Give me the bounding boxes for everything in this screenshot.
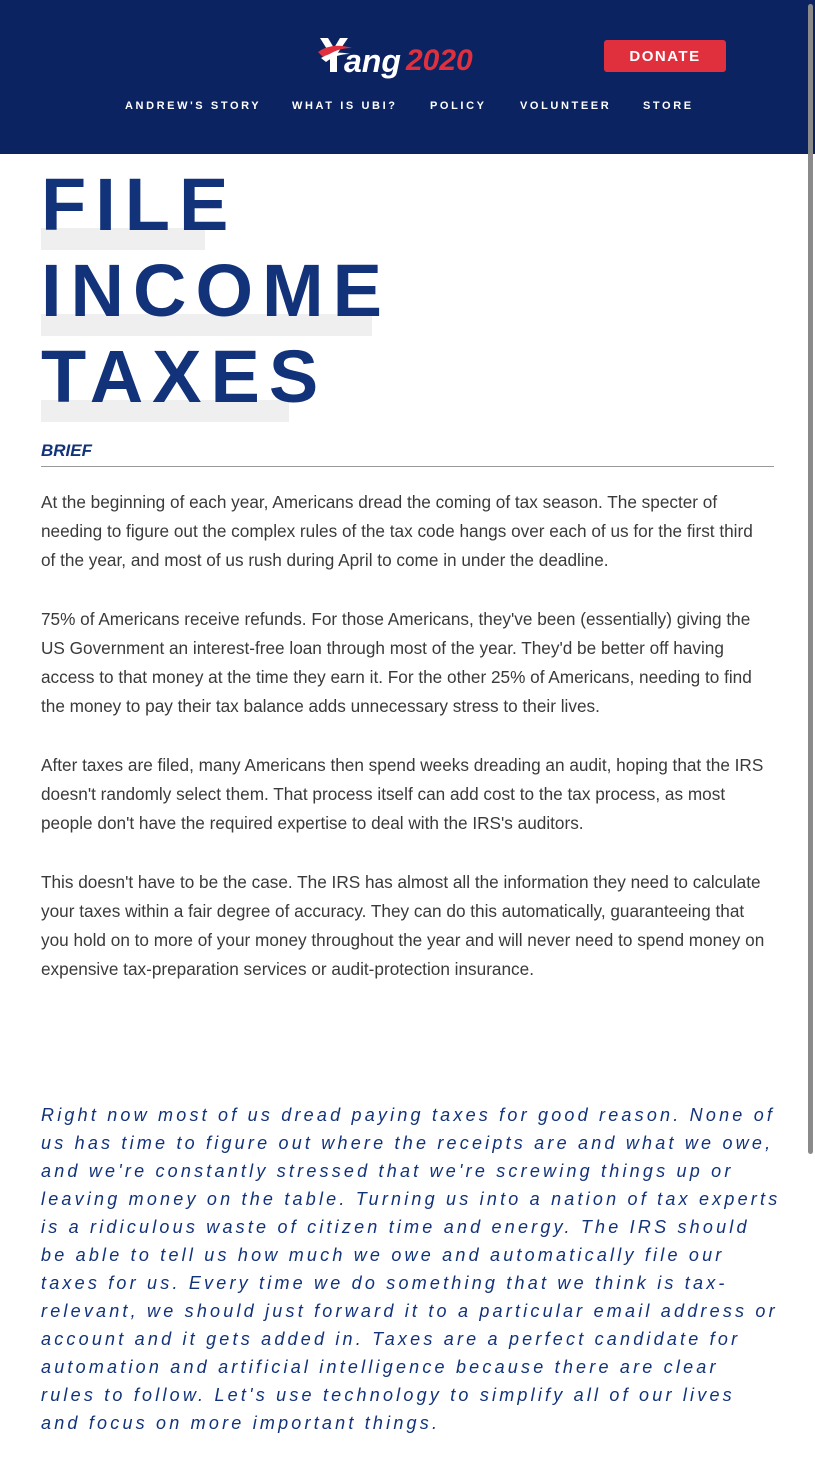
title-text: INCOME xyxy=(41,249,391,332)
brief-paragraph-4: This doesn't have to be the case. The IR… xyxy=(41,872,765,979)
brief-paragraph-3: After taxes are filed, many Americans th… xyxy=(41,755,764,833)
logo-yang-text: ang xyxy=(344,43,401,79)
scrollbar-thumb[interactable] xyxy=(808,4,813,1154)
scrollbar[interactable] xyxy=(807,0,815,1462)
logo-2020-text: 2020 xyxy=(405,44,473,77)
site-header: ang 2020 DONATE ANDREW'S STORY WHAT IS U… xyxy=(0,0,815,154)
nav-policy[interactable]: POLICY xyxy=(430,100,487,112)
title-text: TAXES xyxy=(41,335,328,418)
section-divider xyxy=(41,466,774,467)
policy-title-line-2: INCOME xyxy=(41,246,382,336)
donate-button[interactable]: DONATE xyxy=(604,40,726,72)
brief-label: BRIEF xyxy=(41,441,92,460)
brief-paragraph-2: 75% of Americans receive refunds. For th… xyxy=(41,609,752,716)
nav-andrews-story[interactable]: ANDREW'S STORY xyxy=(125,100,261,112)
pull-quote: Right now most of us dread paying taxes … xyxy=(41,1105,781,1433)
policy-title-line-3: TAXES xyxy=(41,332,318,422)
policy-title-line-1: FILE xyxy=(41,160,228,250)
brief-paragraph-1: At the beginning of each year, Americans… xyxy=(41,492,753,570)
nav-store[interactable]: STORE xyxy=(643,100,694,112)
yang2020-logo[interactable]: ang 2020 xyxy=(318,32,498,80)
title-text: FILE xyxy=(41,163,238,246)
nav-what-is-ubi[interactable]: WHAT IS UBI? xyxy=(292,100,398,112)
nav-volunteer[interactable]: VOLUNTEER xyxy=(520,100,611,112)
